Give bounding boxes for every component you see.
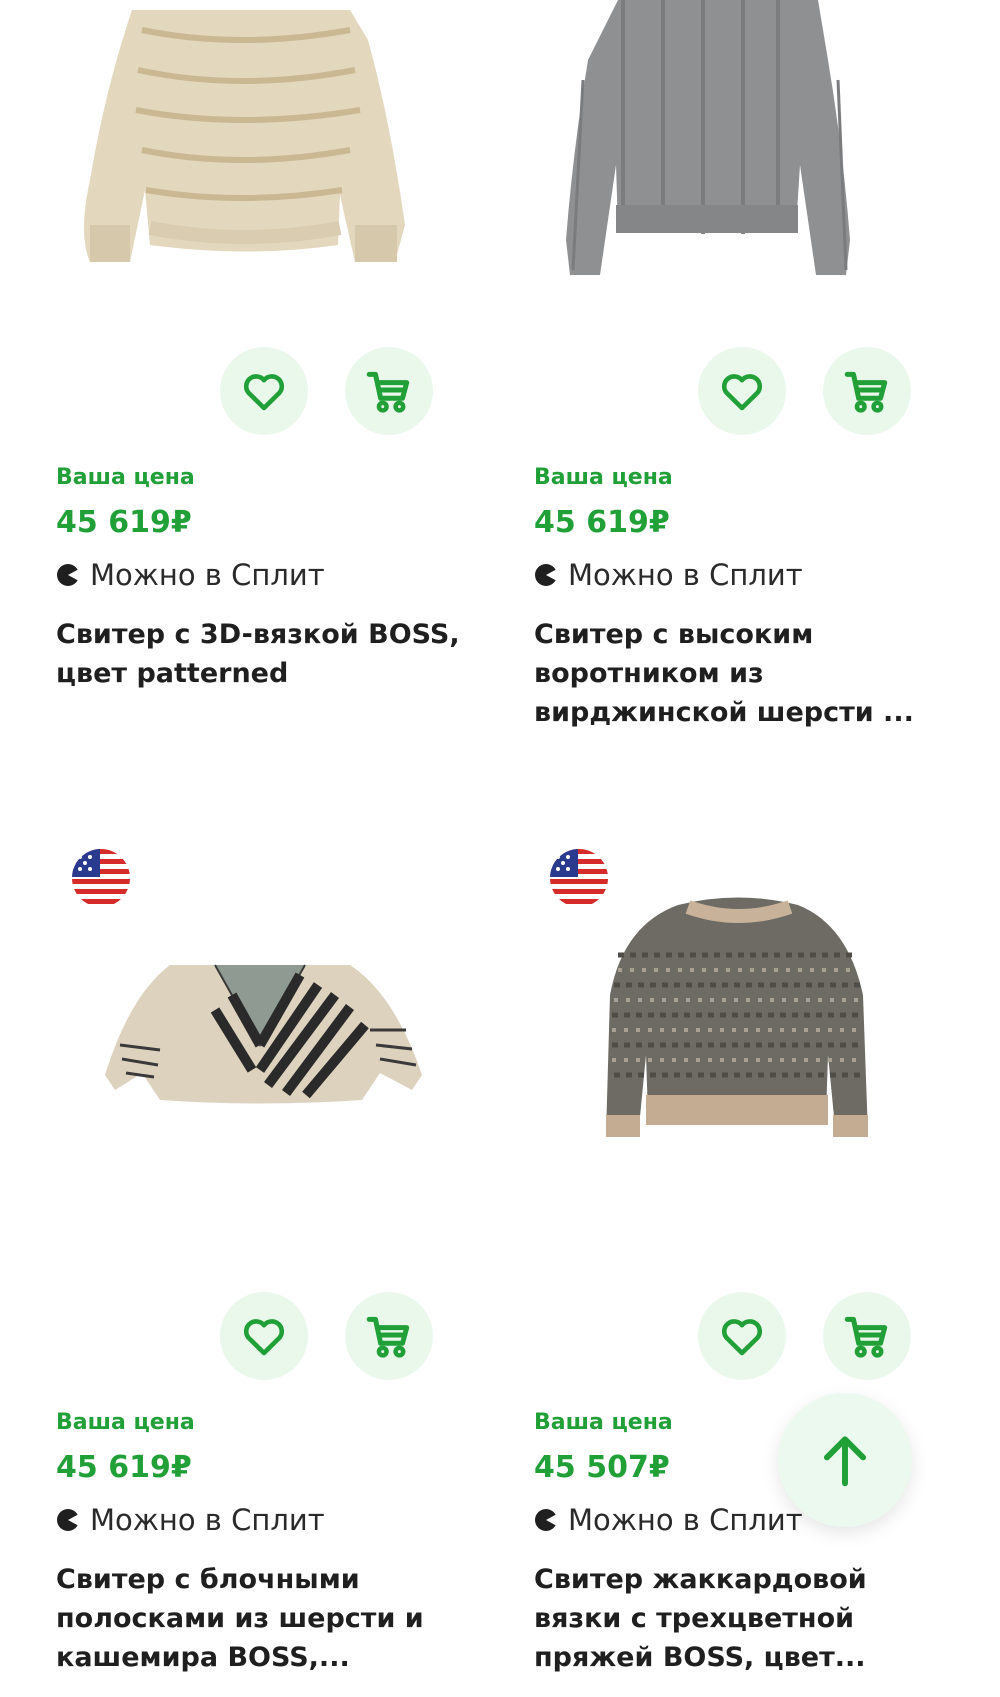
add-to-cart-button[interactable]: [823, 347, 911, 435]
heart-icon: [244, 1319, 284, 1356]
split-label: Можно в Сплит: [568, 1503, 803, 1537]
split-payment-note: Можно в Сплит: [534, 1503, 803, 1537]
price: 45 507₽: [534, 1450, 670, 1485]
add-to-cart-button[interactable]: [345, 347, 433, 435]
split-payment-note: Можно в Сплит: [534, 558, 803, 592]
product-title[interactable]: Свитер с блочными полосками из шерсти и …: [56, 1560, 466, 1677]
split-payment-note: Можно в Сплит: [56, 1503, 325, 1537]
add-to-cart-button[interactable]: [345, 1292, 433, 1380]
cart-icon: [844, 371, 888, 413]
arrow-up-icon: [823, 1436, 867, 1487]
heart-icon: [244, 374, 284, 411]
split-label: Можно в Сплит: [90, 558, 325, 592]
price: 45 619₽: [56, 1450, 192, 1485]
favorite-button[interactable]: [698, 347, 786, 435]
split-label: Можно в Сплит: [90, 1503, 325, 1537]
split-payment-note: Можно в Сплит: [56, 558, 325, 592]
split-label: Можно в Сплит: [568, 558, 803, 592]
us-flag-icon: [550, 849, 608, 907]
price-label: Ваша цена: [534, 1410, 673, 1435]
scroll-to-top-button[interactable]: [778, 1393, 912, 1527]
heart-icon: [722, 1319, 762, 1356]
us-flag-icon: [72, 849, 130, 907]
product-image[interactable]: [528, 0, 948, 320]
price: 45 619₽: [534, 505, 670, 540]
favorite-button[interactable]: [220, 1292, 308, 1380]
product-title[interactable]: Свитер с высоким воротником из вирджинск…: [534, 615, 944, 732]
cart-icon: [844, 1316, 888, 1358]
price-label: Ваша цена: [56, 1410, 195, 1435]
favorite-button[interactable]: [698, 1292, 786, 1380]
product-title[interactable]: Свитер жаккардовой вязки с трехцветной п…: [534, 1560, 944, 1677]
price-label: Ваша цена: [534, 465, 673, 490]
add-to-cart-button[interactable]: [823, 1292, 911, 1380]
price: 45 619₽: [56, 505, 192, 540]
split-icon: [57, 564, 79, 586]
product-image[interactable]: [50, 0, 470, 320]
split-icon: [535, 564, 557, 586]
cart-icon: [366, 371, 410, 413]
cart-icon: [366, 1316, 410, 1358]
heart-icon: [722, 374, 762, 411]
product-title[interactable]: Свитер с 3D-вязкой BOSS, цвет patterned: [56, 615, 466, 693]
favorite-button[interactable]: [220, 347, 308, 435]
split-icon: [535, 1509, 557, 1531]
split-icon: [57, 1509, 79, 1531]
price-label: Ваша цена: [56, 465, 195, 490]
